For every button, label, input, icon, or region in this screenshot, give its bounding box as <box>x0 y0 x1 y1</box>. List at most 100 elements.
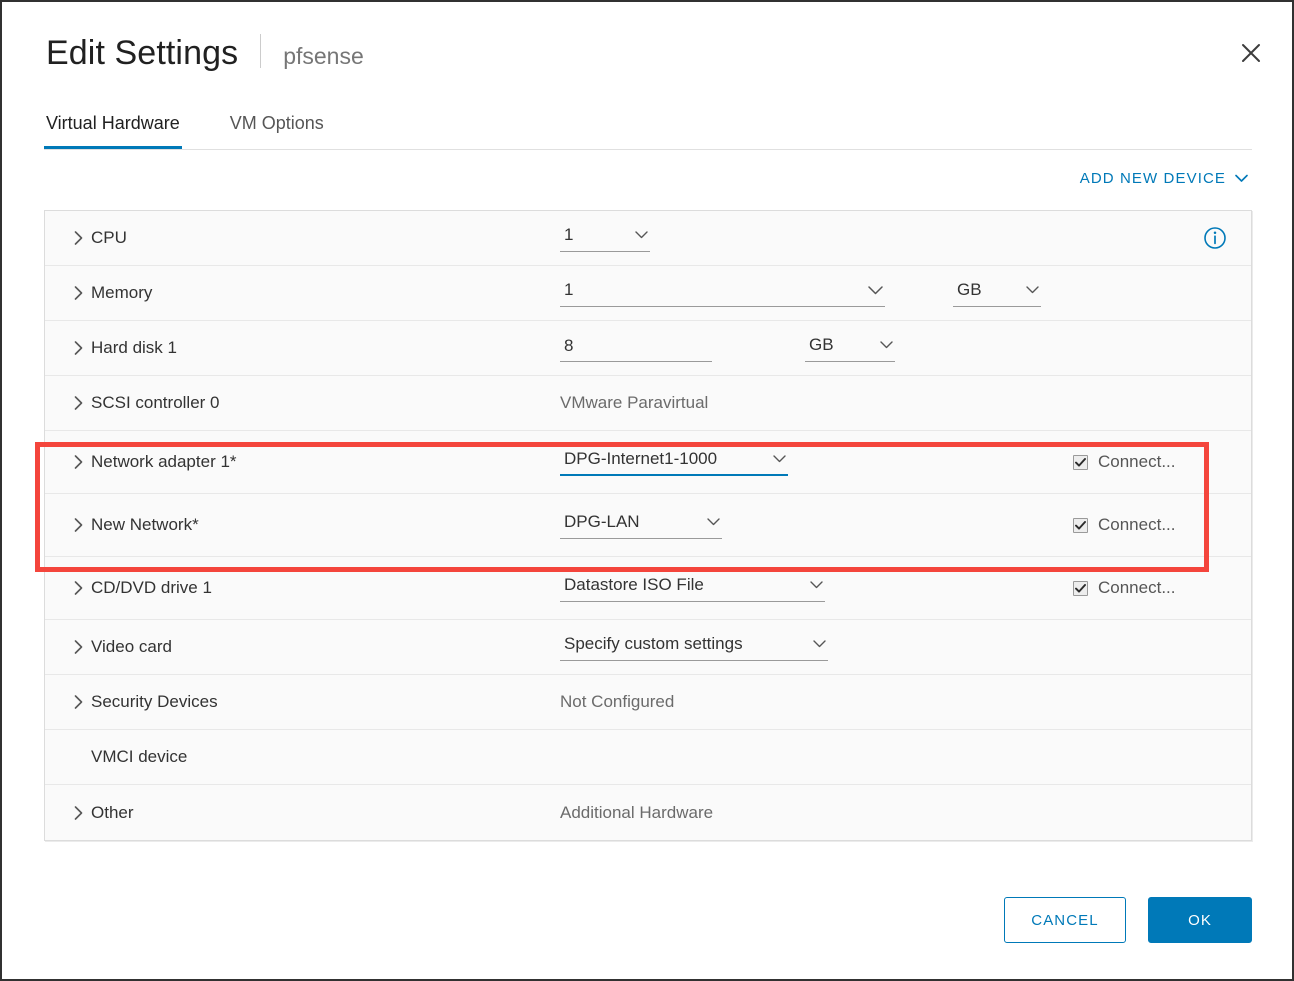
add-new-device-label: ADD NEW DEVICE <box>1080 170 1226 187</box>
title-block: Edit Settings pfsense <box>46 30 364 78</box>
info-icon[interactable] <box>1203 226 1227 250</box>
network-adapter-1-value: DPG-Internet1-1000 <box>564 449 729 469</box>
new-network-name: New Network <box>91 515 192 534</box>
memory-value-cell: 1 <box>560 279 885 307</box>
device-label-scsi-controller-0: SCSI controller 0 <box>91 393 220 413</box>
required-mark: * <box>192 515 199 534</box>
cd-dvd-media-value: Datastore ISO File <box>564 575 716 595</box>
device-label-cd-dvd-drive-1: CD/DVD drive 1 <box>91 578 212 598</box>
cd-dvd-value-cell: Datastore ISO File <box>560 574 825 602</box>
expand-chevron-icon[interactable] <box>67 455 89 469</box>
chevron-down-icon <box>707 518 720 526</box>
device-label-video-card: Video card <box>91 637 172 657</box>
new-network-connect-label: Connect... <box>1098 515 1176 535</box>
other-value: Additional Hardware <box>560 803 713 822</box>
hard-disk-unit-select[interactable]: GB <box>805 334 895 362</box>
chevron-down-icon <box>810 581 823 589</box>
network-adapter-1-select[interactable]: DPG-Internet1-1000 <box>560 448 788 476</box>
cd-dvd-media-select[interactable]: Datastore ISO File <box>560 574 825 602</box>
network-adapter-1-connect-label: Connect... <box>1098 452 1176 472</box>
table-row: CPU 1 <box>45 211 1251 266</box>
dialog-header: Edit Settings pfsense <box>2 2 1292 94</box>
dialog-footer: CANCEL OK <box>1004 897 1252 943</box>
expand-chevron-icon[interactable] <box>67 231 89 245</box>
edit-settings-dialog: Edit Settings pfsense Virtual Hardware V… <box>0 0 1294 981</box>
tab-vm-options[interactable]: VM Options <box>228 110 326 148</box>
video-card-settings-select[interactable]: Specify custom settings <box>560 633 828 661</box>
ok-button[interactable]: OK <box>1148 897 1252 943</box>
security-devices-value-cell: Not Configured <box>560 692 674 712</box>
expand-chevron-icon[interactable] <box>67 341 89 355</box>
add-new-device-button[interactable]: ADD NEW DEVICE <box>1080 170 1248 187</box>
video-card-settings-value: Specify custom settings <box>564 634 755 654</box>
chevron-down-icon <box>868 286 883 295</box>
cd-dvd-connect-checkbox[interactable]: Connect... <box>1073 578 1176 598</box>
cd-dvd-connect-label: Connect... <box>1098 578 1176 598</box>
expand-chevron-icon[interactable] <box>67 806 89 820</box>
network-adapter-1-connect-checkbox[interactable]: Connect... <box>1073 452 1176 472</box>
title-divider <box>260 34 261 68</box>
hard-disk-size-input[interactable]: 8 <box>560 334 712 362</box>
page-title: Edit Settings <box>46 31 238 75</box>
memory-size-select[interactable]: 1 <box>560 279 885 307</box>
hard-disk-unit-cell: GB <box>805 334 895 362</box>
new-network-connect-checkbox[interactable]: Connect... <box>1073 515 1176 535</box>
checkbox-checked-icon <box>1073 455 1088 470</box>
new-network-value-cell: DPG-LAN <box>560 511 722 539</box>
required-mark: * <box>230 452 237 471</box>
network-adapter-1-value-cell: DPG-Internet1-1000 <box>560 448 788 476</box>
checkbox-checked-icon <box>1073 518 1088 533</box>
network-adapter-1-name: Network adapter 1 <box>91 452 230 471</box>
device-label-cpu: CPU <box>91 228 127 248</box>
device-label-security-devices: Security Devices <box>91 692 218 712</box>
hard-disk-size-value: 8 <box>564 336 573 356</box>
hard-disk-value-cell: 8 <box>560 334 712 362</box>
expand-chevron-icon[interactable] <box>67 695 89 709</box>
table-row: SCSI controller 0 VMware Paravirtual <box>45 376 1251 431</box>
device-label-other: Other <box>91 803 134 823</box>
expand-chevron-icon[interactable] <box>67 518 89 532</box>
close-icon[interactable] <box>1234 36 1268 70</box>
table-row: Network adapter 1* DPG-Internet1-1000 <box>45 431 1251 494</box>
table-row: CD/DVD drive 1 Datastore ISO File <box>45 557 1251 620</box>
table-row: New Network* DPG-LAN <box>45 494 1251 557</box>
cpu-value-cell: 1 <box>560 224 650 252</box>
chevron-down-icon <box>635 231 648 239</box>
chevron-down-icon <box>880 341 893 349</box>
tab-virtual-hardware[interactable]: Virtual Hardware <box>44 110 182 148</box>
other-value-cell: Additional Hardware <box>560 803 713 823</box>
expand-chevron-icon[interactable] <box>67 581 89 595</box>
table-row: VMCI device <box>45 730 1251 785</box>
expand-chevron-icon[interactable] <box>67 640 89 654</box>
device-label-new-network: New Network* <box>91 515 199 535</box>
vm-name-subtitle: pfsense <box>283 34 364 78</box>
video-card-value-cell: Specify custom settings <box>560 633 828 661</box>
chevron-down-icon <box>773 455 786 463</box>
cpu-count-select[interactable]: 1 <box>560 224 650 252</box>
chevron-down-icon <box>1235 174 1248 183</box>
cancel-button[interactable]: CANCEL <box>1004 897 1126 943</box>
table-row: Video card Specify custom settings <box>45 620 1251 675</box>
expand-chevron-icon[interactable] <box>67 396 89 410</box>
device-label-memory: Memory <box>91 283 152 303</box>
chevron-down-icon <box>1026 286 1039 294</box>
virtual-hardware-table: CPU 1 <box>44 210 1252 841</box>
memory-unit-cell: GB <box>953 279 1041 307</box>
tab-bar: Virtual Hardware VM Options <box>44 110 1252 150</box>
checkbox-checked-icon <box>1073 581 1088 596</box>
table-row: Other Additional Hardware <box>45 785 1251 840</box>
security-devices-value: Not Configured <box>560 692 674 711</box>
table-row: Memory 1 GB <box>45 266 1251 321</box>
memory-unit-select[interactable]: GB <box>953 279 1041 307</box>
new-network-value: DPG-LAN <box>564 512 652 532</box>
device-label-vmci-device: VMCI device <box>91 747 187 767</box>
scsi-controller-value: VMware Paravirtual <box>560 393 708 412</box>
table-row: Hard disk 1 8 GB <box>45 321 1251 376</box>
chevron-down-icon <box>813 640 826 648</box>
expand-chevron-icon[interactable] <box>67 286 89 300</box>
new-network-select[interactable]: DPG-LAN <box>560 511 722 539</box>
scsi-controller-value-cell: VMware Paravirtual <box>560 393 708 413</box>
cpu-count-value: 1 <box>564 225 585 245</box>
device-label-hard-disk-1: Hard disk 1 <box>91 338 177 358</box>
table-row: Security Devices Not Configured <box>45 675 1251 730</box>
